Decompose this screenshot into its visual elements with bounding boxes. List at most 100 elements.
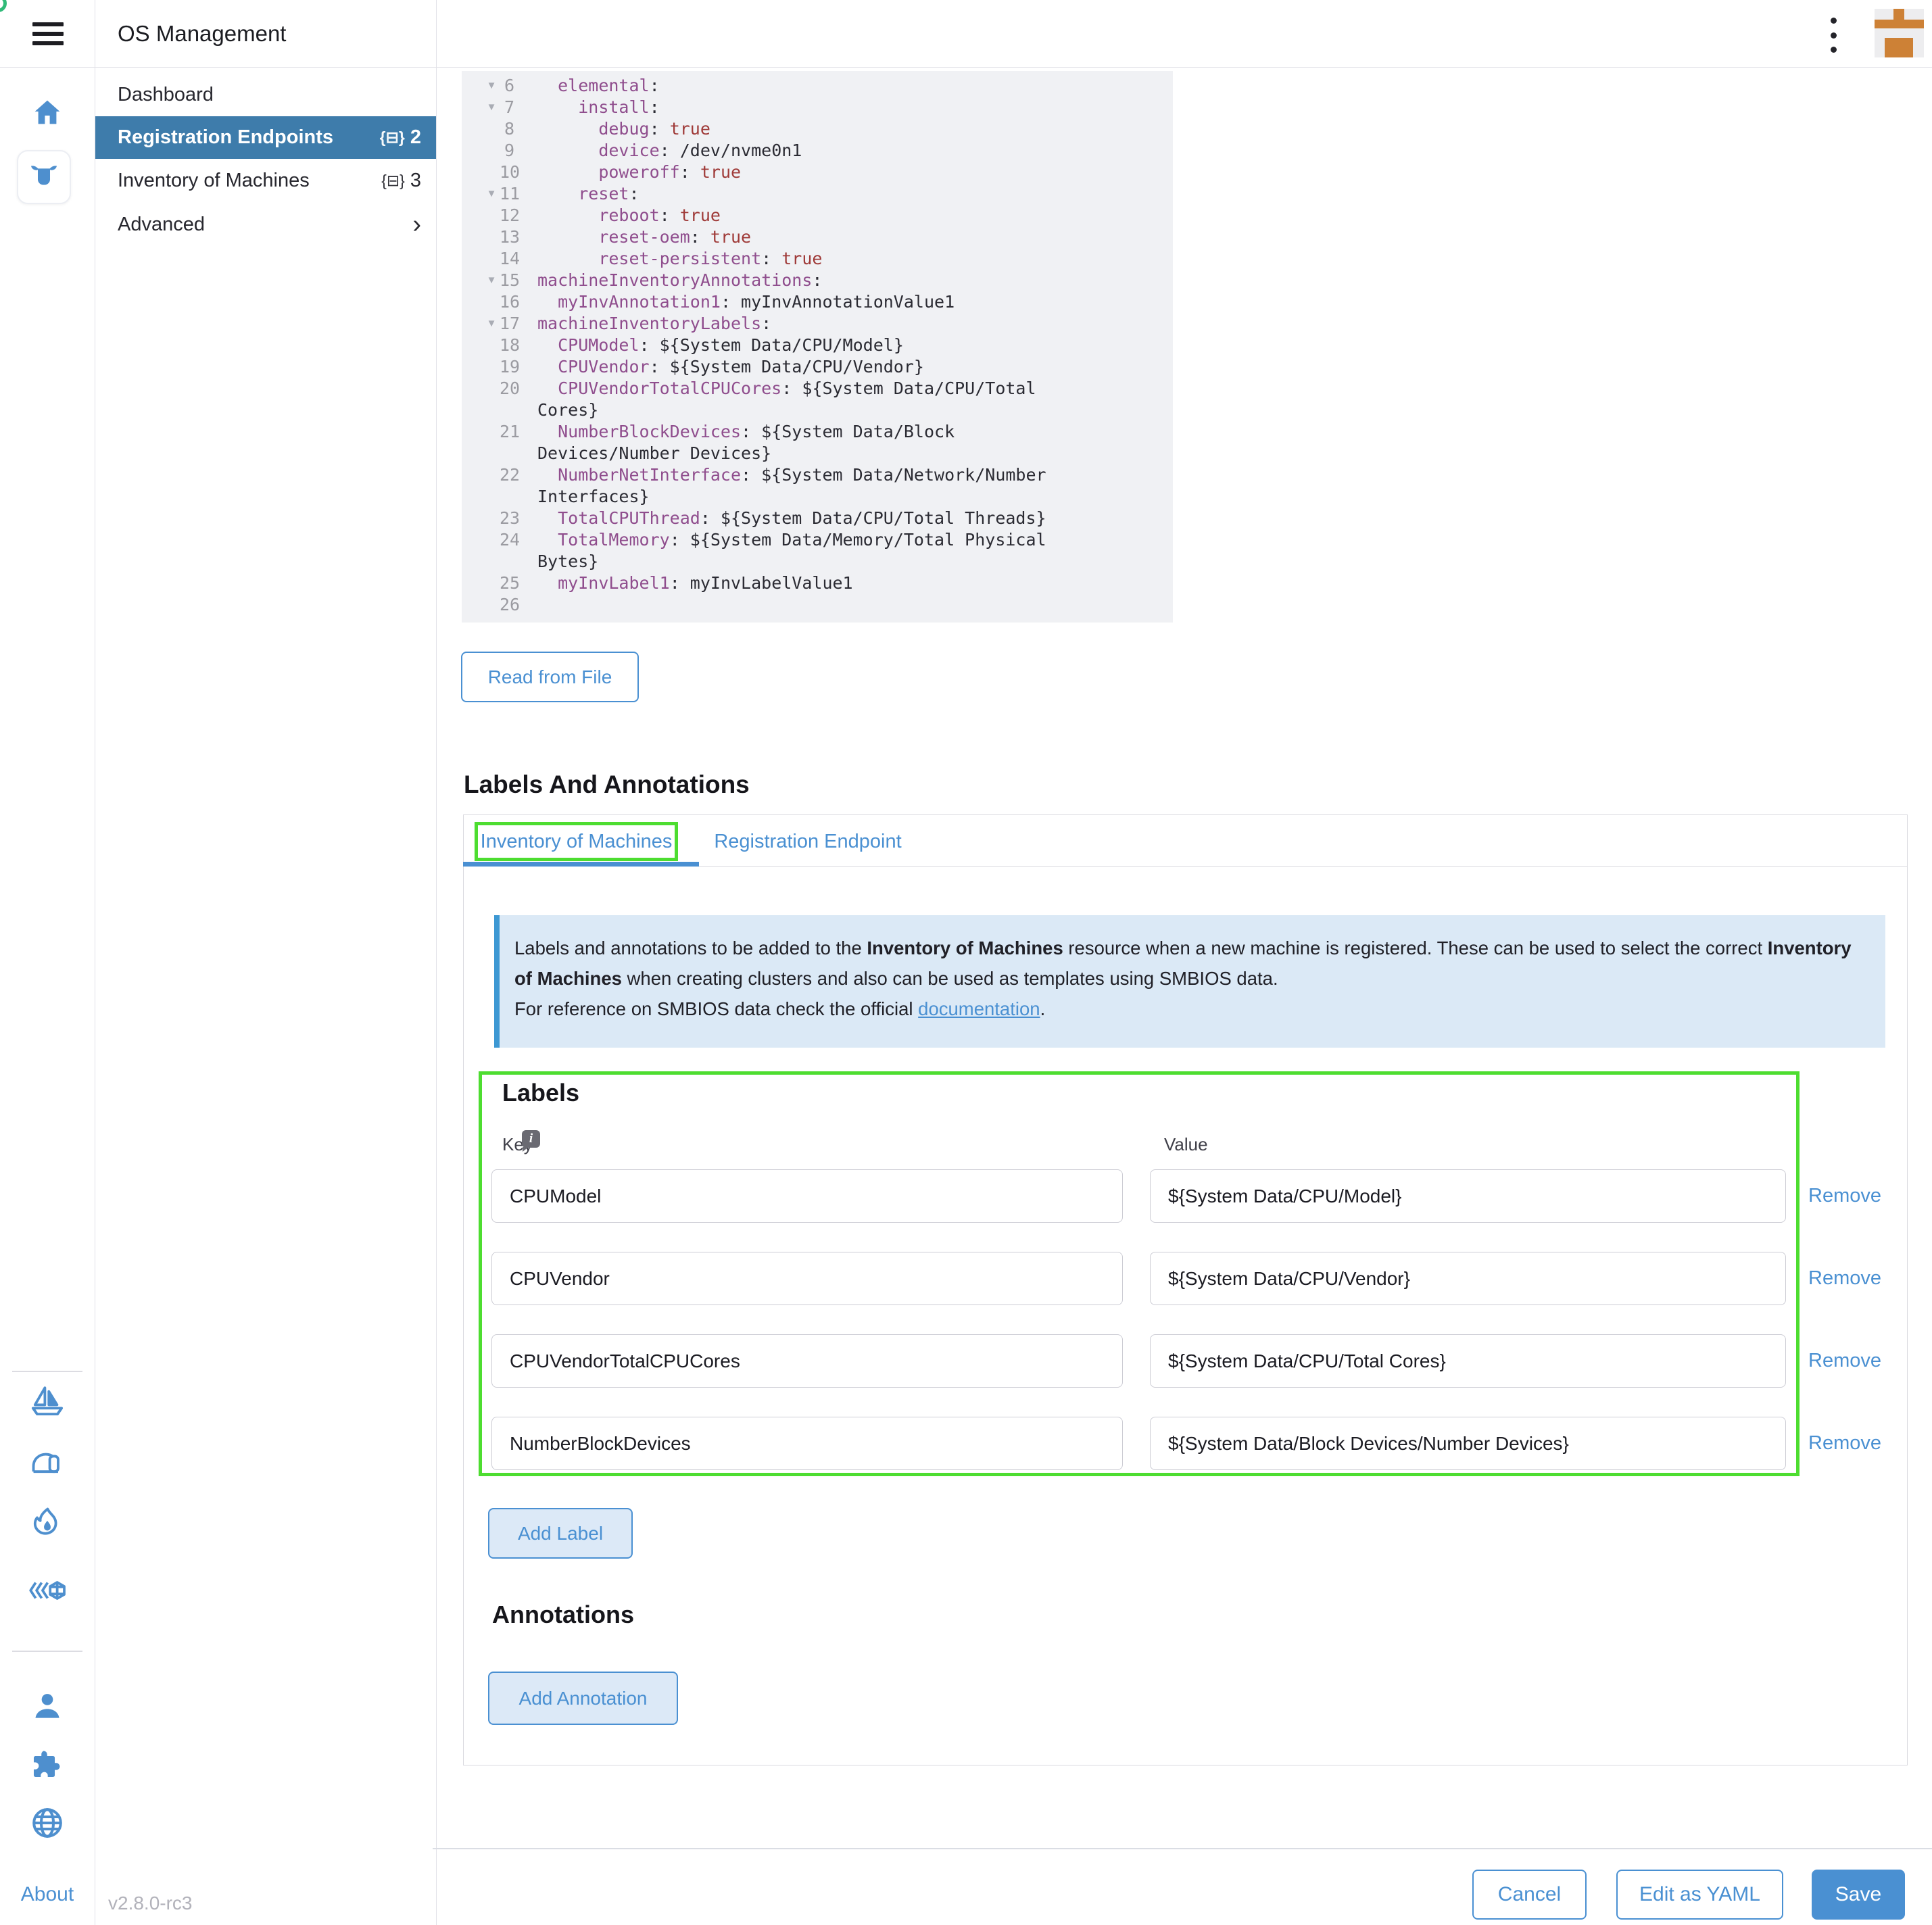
add-label-button[interactable]: Add Label xyxy=(488,1508,633,1559)
line-number: 13 xyxy=(462,226,514,248)
chevron-right-icon: › xyxy=(412,212,421,237)
sailboat-icon[interactable] xyxy=(0,1383,95,1419)
code-line: 14 reset-persistent: true xyxy=(462,248,1173,270)
code-line: ▼15machineInventoryAnnotations: xyxy=(462,270,1173,291)
yaml-code-editor[interactable]: ' ▼6 elemental:▼7 install:8 debug: true9… xyxy=(462,71,1173,623)
code-line-text: CPUModel: ${System Data/CPU/Model} xyxy=(537,335,1063,356)
code-line-text: myInvAnnotation1: myInvAnnotationValue1 xyxy=(537,291,1063,313)
code-line-text: reboot: true xyxy=(537,205,1063,226)
line-number: 19 xyxy=(462,356,514,378)
info-tooltip-icon[interactable]: i xyxy=(522,1130,540,1148)
remove-label-link[interactable]: Remove xyxy=(1808,1267,1881,1290)
code-line: 9 device: /dev/nvme0n1 xyxy=(462,140,1173,162)
active-tab-highlight xyxy=(475,822,678,861)
code-line: 20 CPUVendorTotalCPUCores: ${System Data… xyxy=(462,378,1173,421)
code-line: 23 TotalCPUThread: ${System Data/CPU/Tot… xyxy=(462,508,1173,529)
line-number: 8 xyxy=(462,118,514,140)
product-logo xyxy=(1875,9,1924,57)
label-key-input[interactable] xyxy=(491,1334,1123,1388)
globe-icon[interactable] xyxy=(0,1805,95,1841)
code-line-text: NumberNetInterface: ${System Data/Networ… xyxy=(537,464,1063,508)
sidebar-item-inventory-of-machines[interactable]: Inventory of Machines {⊟}3 xyxy=(95,159,436,203)
label-key-input[interactable] xyxy=(491,1169,1123,1223)
line-number: 26 xyxy=(462,594,514,616)
code-line: ▼7 install: xyxy=(462,97,1173,118)
section-title: Labels And Annotations xyxy=(464,771,750,799)
about-link[interactable]: About xyxy=(0,1883,95,1906)
fold-toggle-icon[interactable]: ▼ xyxy=(484,183,499,205)
annotations-heading: Annotations xyxy=(492,1601,634,1629)
code-line: 22 NumberNetInterface: ${System Data/Net… xyxy=(462,464,1173,508)
wheat-icon[interactable] xyxy=(0,1572,95,1609)
code-line-text: debug: true xyxy=(537,118,1063,140)
fold-toggle-icon[interactable]: ▼ xyxy=(484,97,499,118)
line-number: 20 xyxy=(462,378,514,399)
code-line-text: myInvLabel1: myInvLabelValue1 xyxy=(537,572,1063,594)
label-value-input[interactable] xyxy=(1150,1334,1786,1388)
line-number: 18 xyxy=(462,335,514,356)
line-number: 23 xyxy=(462,508,514,529)
label-value-input[interactable] xyxy=(1150,1252,1786,1305)
tab-registration-endpoint[interactable]: Registration Endpoint xyxy=(703,822,913,861)
resource-count-badge: {⊟}2 xyxy=(380,126,421,149)
label-row xyxy=(0,1417,1932,1470)
kebab-menu-icon[interactable] xyxy=(1827,18,1840,53)
remove-label-link[interactable]: Remove xyxy=(1808,1349,1881,1372)
label-value-input[interactable] xyxy=(1150,1417,1786,1470)
code-line: ▼17machineInventoryLabels: xyxy=(462,313,1173,335)
line-number: 9 xyxy=(462,140,514,162)
add-annotation-button[interactable]: Add Annotation xyxy=(488,1672,678,1725)
line-number: 21 xyxy=(462,421,514,443)
code-line-text: reset: xyxy=(537,183,1063,205)
home-icon[interactable] xyxy=(0,97,95,129)
code-line-text: device: /dev/nvme0n1 xyxy=(537,140,1063,162)
label-key-input[interactable] xyxy=(491,1252,1123,1305)
line-number: 25 xyxy=(462,572,514,594)
code-line: ▼11 reset: xyxy=(462,183,1173,205)
fold-toggle-icon[interactable]: ▼ xyxy=(484,270,499,291)
flame-icon[interactable] xyxy=(0,1505,95,1541)
code-line: ▼6 elemental: xyxy=(462,75,1173,97)
save-button[interactable]: Save xyxy=(1812,1870,1905,1920)
code-line-text: TotalCPUThread: ${System Data/CPU/Total … xyxy=(537,508,1063,529)
sidebar-item-dashboard[interactable]: Dashboard xyxy=(95,73,436,116)
line-number: 12 xyxy=(462,205,514,226)
label-key-input[interactable] xyxy=(491,1417,1123,1470)
code-line-text: install: xyxy=(537,97,1063,118)
user-icon[interactable] xyxy=(0,1688,95,1725)
cancel-button[interactable]: Cancel xyxy=(1472,1870,1587,1920)
sidebar-item-registration-endpoints[interactable]: Registration Endpoints {⊟}2 xyxy=(95,116,436,159)
fold-toggle-icon[interactable]: ▼ xyxy=(484,75,499,97)
banner-paragraph: For reference on SMBIOS data check the o… xyxy=(514,994,1865,1024)
code-line-text: CPUVendorTotalCPUCores: ${System Data/CP… xyxy=(537,378,1063,421)
label-value-input[interactable] xyxy=(1150,1169,1786,1223)
remove-label-link[interactable]: Remove xyxy=(1808,1184,1881,1207)
code-line-text: TotalMemory: ${System Data/Memory/Total … xyxy=(537,529,1063,572)
elemental-app-tile[interactable] xyxy=(17,150,71,204)
banner-paragraph: Labels and annotations to be added to th… xyxy=(514,933,1865,994)
page-title: OS Management xyxy=(118,0,286,68)
fold-toggle-icon[interactable]: ▼ xyxy=(484,313,499,335)
code-line: 12 reboot: true xyxy=(462,205,1173,226)
value-column-header: Value xyxy=(1164,1134,1208,1155)
info-banner: Labels and annotations to be added to th… xyxy=(494,915,1885,1048)
code-line: 24 TotalMemory: ${System Data/Memory/Tot… xyxy=(462,529,1173,572)
label-row xyxy=(0,1169,1932,1223)
code-line: 13 reset-oem: true xyxy=(462,226,1173,248)
sidebar-item-advanced[interactable]: Advanced › xyxy=(95,203,436,246)
code-line-text: machineInventoryAnnotations: xyxy=(537,270,1063,291)
hamburger-menu-icon[interactable] xyxy=(32,22,64,45)
line-number: 14 xyxy=(462,248,514,270)
code-line-text: NumberBlockDevices: ${System Data/Block … xyxy=(537,421,1063,464)
read-from-file-button[interactable]: Read from File xyxy=(461,652,639,702)
app-header xyxy=(0,0,1932,68)
edit-as-yaml-button[interactable]: Edit as YAML xyxy=(1616,1870,1783,1920)
puzzle-icon[interactable] xyxy=(0,1747,95,1783)
sidebar-divider xyxy=(436,0,437,1925)
code-line-text: elemental: xyxy=(537,75,1063,97)
remove-label-link[interactable]: Remove xyxy=(1808,1432,1881,1455)
code-line: 21 NumberBlockDevices: ${System Data/Blo… xyxy=(462,421,1173,464)
code-line: 16 myInvAnnotation1: myInvAnnotationValu… xyxy=(462,291,1173,313)
documentation-link[interactable]: documentation xyxy=(918,998,1040,1019)
code-line: 18 CPUModel: ${System Data/CPU/Model} xyxy=(462,335,1173,356)
